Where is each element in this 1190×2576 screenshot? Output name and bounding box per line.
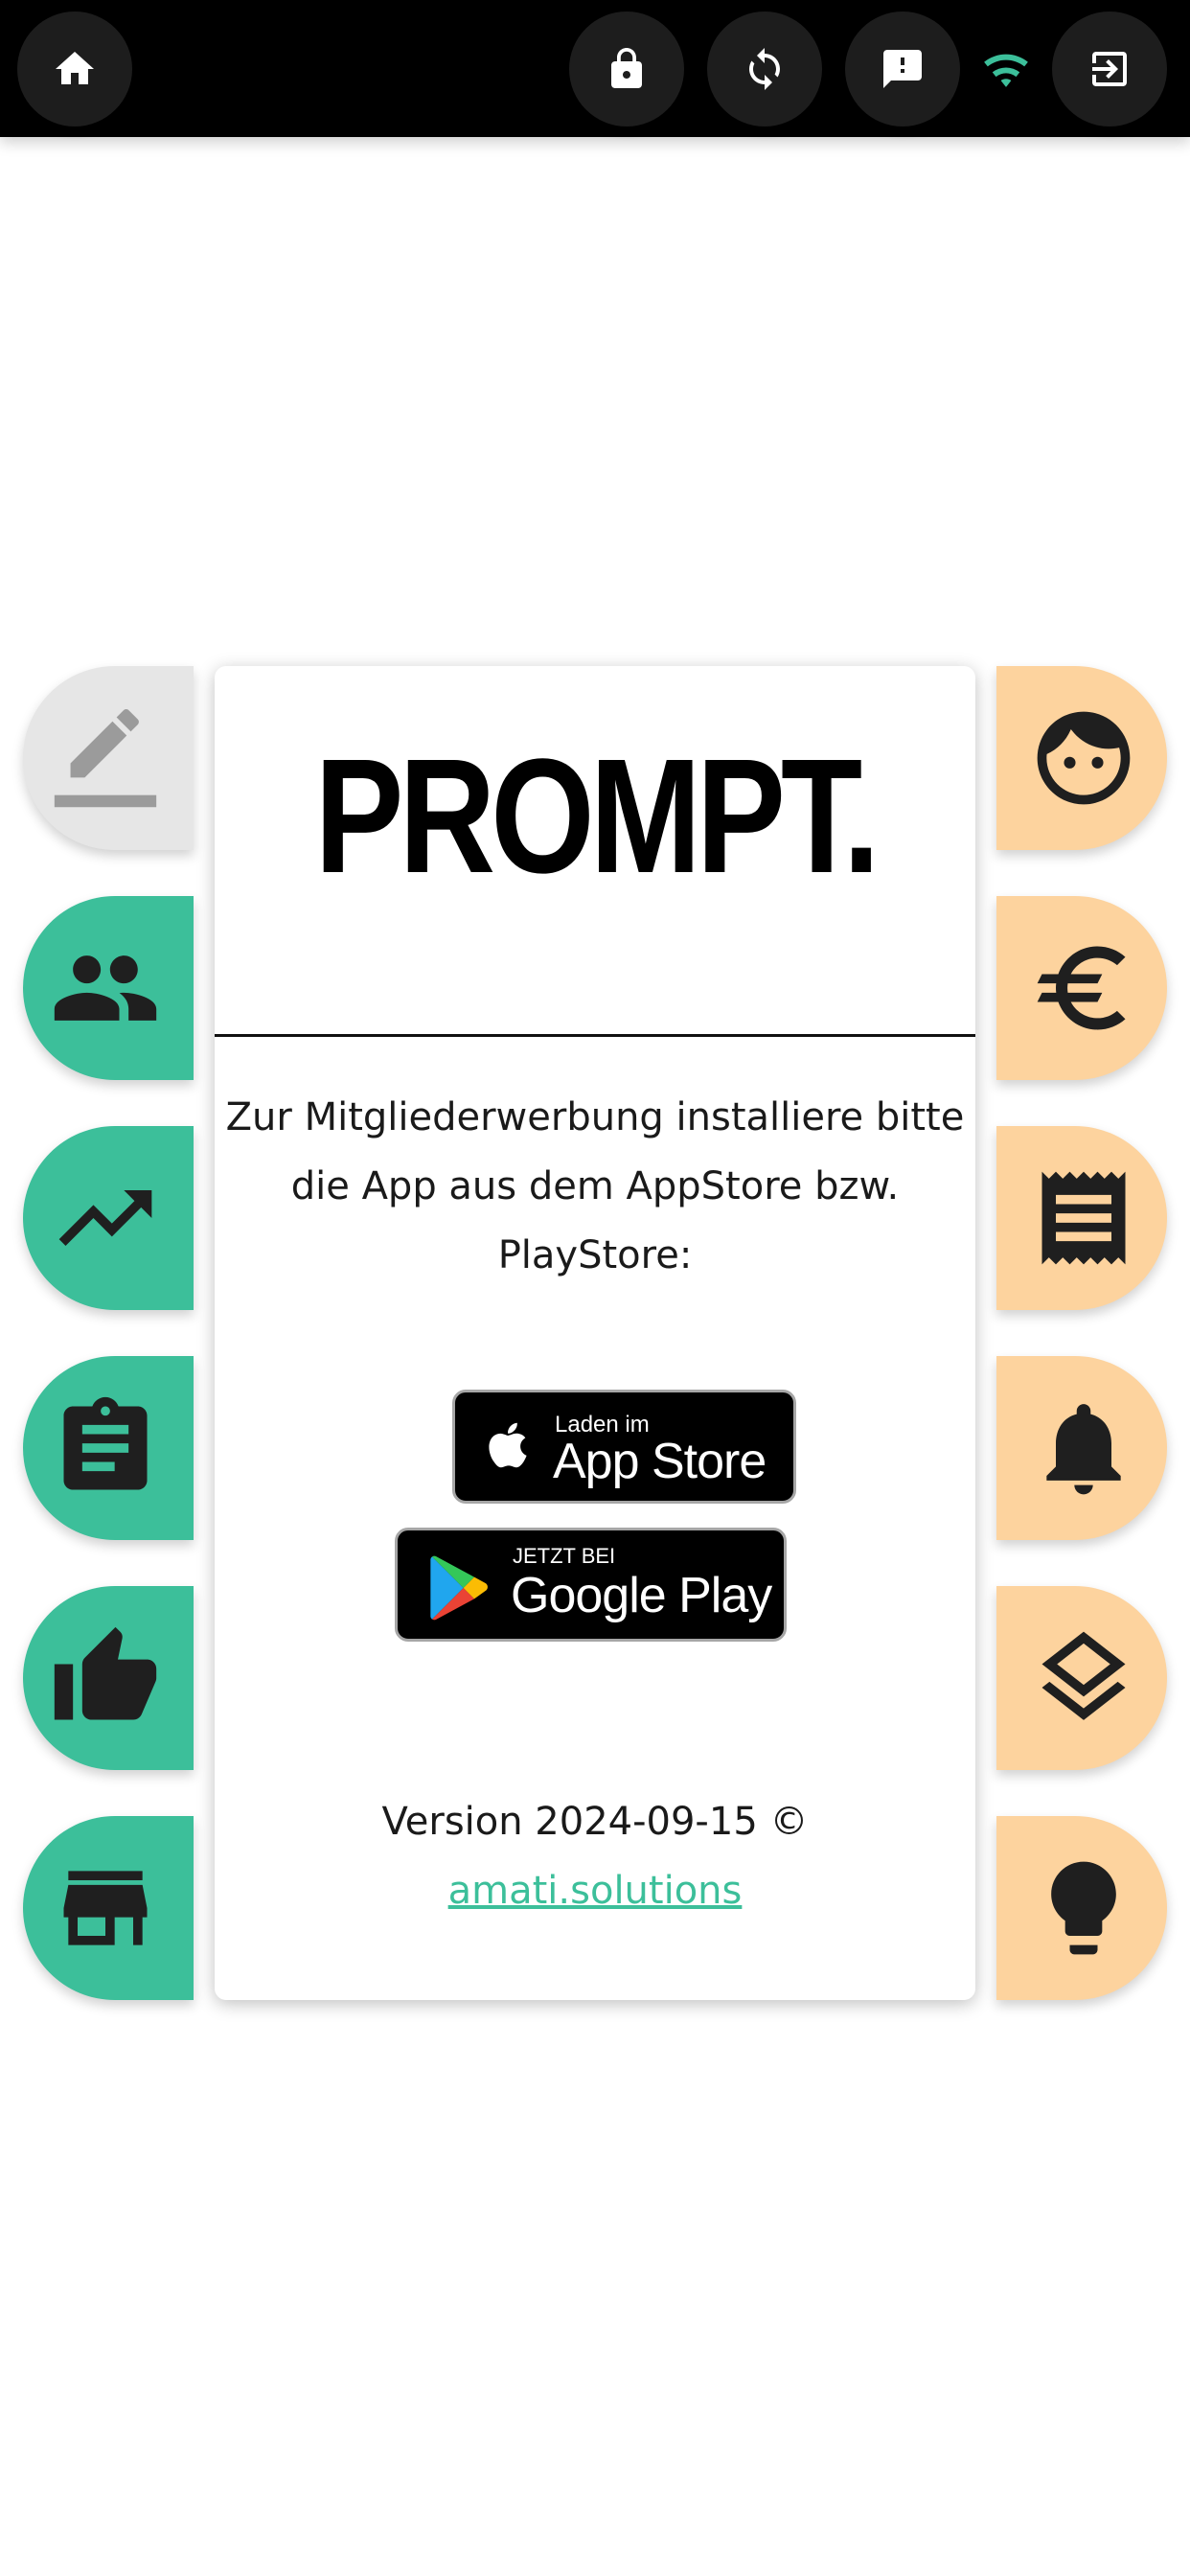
euro-icon <box>1037 946 1126 1030</box>
feedback-button[interactable] <box>845 12 960 126</box>
trending-icon <box>58 1190 152 1246</box>
tab-layers[interactable] <box>996 1586 1167 1770</box>
store-icon <box>63 1871 148 1945</box>
layers-icon <box>1041 1631 1126 1720</box>
apple-icon <box>489 1422 527 1468</box>
thumb-up-icon <box>54 1626 157 1720</box>
install-instructions: Zur Mitgliederwerbung installiere bitte … <box>215 1083 975 1290</box>
intro-line: PlayStore: <box>497 1233 693 1277</box>
google-play-label: Google Play <box>511 1568 772 1623</box>
top-bar <box>0 0 1190 137</box>
logout-button[interactable] <box>1052 12 1167 126</box>
tab-edit[interactable] <box>23 666 194 850</box>
sync-button[interactable] <box>707 12 822 126</box>
version-text: Version 2024-09-15 © <box>381 1800 809 1844</box>
receipt-icon <box>1041 1171 1126 1265</box>
wifi-icon <box>984 54 1028 87</box>
lock-icon <box>611 48 642 88</box>
tab-members[interactable] <box>23 896 194 1080</box>
face-icon <box>1037 711 1131 805</box>
wifi-status <box>979 48 1033 88</box>
google-play-small-label: JETZT BEI <box>513 1544 616 1568</box>
sync-icon <box>749 48 780 90</box>
edit-icon <box>54 709 157 808</box>
google-play-badge[interactable]: JETZT BEI Google Play <box>395 1528 787 1642</box>
people-icon <box>54 955 157 1021</box>
lightbulb-icon <box>1051 1861 1116 1955</box>
intro-line: die App aus dem AppStore bzw. <box>290 1164 900 1208</box>
app-logo: PROMPT. <box>314 725 880 908</box>
tab-assignments[interactable] <box>23 1356 194 1540</box>
tab-receipts[interactable] <box>996 1126 1167 1310</box>
tab-notifications[interactable] <box>996 1356 1167 1540</box>
logout-icon <box>1092 52 1127 86</box>
lock-button[interactable] <box>569 12 684 126</box>
intro-line: Zur Mitgliederwerbung installiere bitte <box>225 1095 965 1139</box>
app-store-label: App Store <box>553 1434 767 1489</box>
home-button[interactable] <box>17 12 132 126</box>
bell-icon <box>1046 1404 1121 1495</box>
clipboard-icon <box>63 1396 148 1490</box>
google-play-icon <box>430 1555 488 1621</box>
home-icon <box>56 52 94 84</box>
app-store-badge[interactable]: Laden im App Store <box>452 1390 796 1504</box>
tab-store[interactable] <box>23 1816 194 2000</box>
info-card: PROMPT. Zur Mitgliederwerbung installier… <box>215 666 975 2000</box>
divider <box>215 1034 975 1037</box>
tab-statistics[interactable] <box>23 1126 194 1310</box>
tab-finance[interactable] <box>996 896 1167 1080</box>
tab-likes[interactable] <box>23 1586 194 1770</box>
feedback-icon <box>883 50 922 88</box>
website-link[interactable]: amati.solutions <box>215 1856 975 1925</box>
tab-profile[interactable] <box>996 666 1167 850</box>
tab-ideas[interactable] <box>996 1816 1167 2000</box>
